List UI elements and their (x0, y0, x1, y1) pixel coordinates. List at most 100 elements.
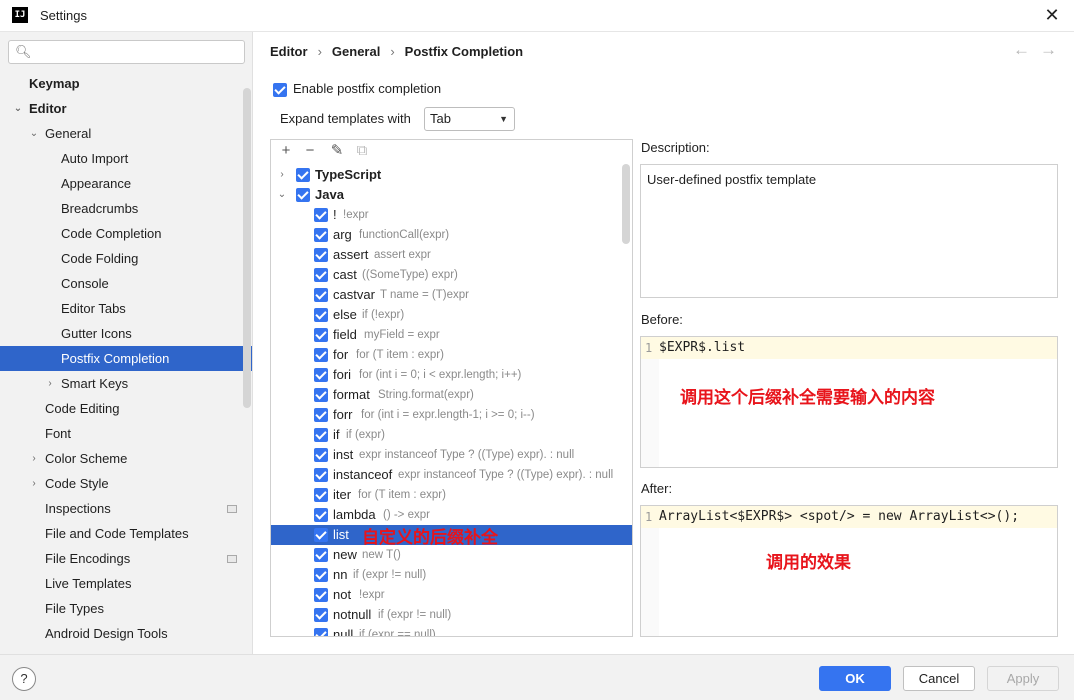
sidebar-item-code-style[interactable]: › Code Style (0, 471, 252, 496)
sidebar-item-font[interactable]: Font (0, 421, 252, 446)
checkbox-checked-icon[interactable] (314, 608, 328, 622)
chevron-down-icon[interactable]: ⌄ (29, 121, 39, 146)
sidebar-item-android-design-tools[interactable]: Android Design Tools (0, 621, 252, 646)
add-icon[interactable]: + (277, 142, 295, 160)
checkbox-checked-icon[interactable] (314, 228, 328, 242)
sidebar-scrollbar[interactable] (243, 88, 251, 408)
ok-button[interactable]: OK (819, 666, 891, 691)
checkbox-checked-icon[interactable] (314, 588, 328, 602)
template-row[interactable]: field myField = expr (271, 325, 632, 345)
sidebar-item-label: Inspections (45, 501, 111, 516)
checkbox-checked-icon[interactable] (314, 448, 328, 462)
sidebar-item-editor[interactable]: ⌄ Editor (0, 96, 252, 121)
checkbox-checked-icon[interactable] (314, 288, 328, 302)
template-row[interactable]: if if (expr) (271, 425, 632, 445)
checkbox-checked-icon[interactable] (314, 528, 328, 542)
checkbox-checked-icon[interactable] (314, 548, 328, 562)
template-row[interactable]: cast ((SomeType) expr) (271, 265, 632, 285)
template-example: T name = (T)expr (380, 289, 469, 301)
back-arrow-icon[interactable]: ← (1013, 40, 1030, 60)
template-row[interactable]: iter for (T item : expr) (271, 485, 632, 505)
checkbox-checked-icon[interactable] (314, 488, 328, 502)
checkbox-checked-icon[interactable] (314, 428, 328, 442)
checkbox-checked-icon[interactable] (314, 508, 328, 522)
template-row[interactable]: assert assert expr (271, 245, 632, 265)
template-group-java[interactable]: ⌄ Java (271, 185, 632, 205)
sidebar-item-code-editing[interactable]: Code Editing (0, 396, 252, 421)
template-row[interactable]: instanceof expr instanceof Type ? ((Type)… (271, 465, 632, 485)
template-row[interactable]: new new T() (271, 545, 632, 565)
breadcrumb-editor[interactable]: Editor (270, 44, 308, 59)
apply-button[interactable]: Apply (987, 666, 1059, 691)
checkbox-checked-icon[interactable] (296, 188, 310, 202)
remove-icon[interactable]: − (301, 142, 319, 160)
checkbox-checked-icon[interactable] (314, 368, 328, 382)
sidebar-item-color-scheme[interactable]: › Color Scheme (0, 446, 252, 471)
template-row[interactable]: ! !expr (271, 205, 632, 225)
checkbox-checked-icon[interactable] (314, 268, 328, 282)
checkbox-checked-icon[interactable] (314, 248, 328, 262)
template-row[interactable]: nn if (expr != null) (271, 565, 632, 585)
sidebar-item-breadcrumbs[interactable]: Breadcrumbs (0, 196, 252, 221)
checkbox-checked-icon[interactable] (314, 328, 328, 342)
template-row[interactable]: fori for (int i = 0; i < expr.length; i++… (271, 365, 632, 385)
expand-key-select[interactable]: Tab ▼ (424, 107, 515, 131)
template-row[interactable]: notnull if (expr != null) (271, 605, 632, 625)
checkbox-checked-icon[interactable] (296, 168, 310, 182)
sidebar-item-smart-keys[interactable]: › Smart Keys (0, 371, 252, 396)
checkbox-checked-icon[interactable] (314, 308, 328, 322)
sidebar-item-inspections[interactable]: Inspections (0, 496, 252, 521)
help-icon[interactable]: ? (12, 667, 36, 691)
template-row[interactable]: format String.format(expr) (271, 385, 632, 405)
sidebar-item-console[interactable]: Console (0, 271, 252, 296)
chevron-right-icon[interactable]: › (29, 446, 39, 471)
chevron-down-icon[interactable]: ⌄ (277, 185, 287, 205)
close-icon[interactable]: ✕ (1044, 4, 1060, 26)
chevron-down-icon[interactable]: ⌄ (13, 96, 23, 121)
template-row[interactable]: else if (!expr) (271, 305, 632, 325)
checkbox-checked-icon[interactable] (273, 82, 287, 97)
sidebar-item-gutter-icons[interactable]: Gutter Icons (0, 321, 252, 346)
search-input[interactable]: 🔍︎ (8, 40, 245, 64)
sidebar-item-file-and-code-templates[interactable]: File and Code Templates (0, 521, 252, 546)
duplicate-icon[interactable]: ⧉ (353, 142, 371, 160)
checkbox-checked-icon[interactable] (314, 388, 328, 402)
checkbox-checked-icon[interactable] (314, 568, 328, 582)
template-group-typescript[interactable]: › TypeScript (271, 165, 632, 185)
sidebar-item-postfix-completion[interactable]: Postfix Completion (0, 346, 252, 371)
sidebar-item-auto-import[interactable]: Auto Import (0, 146, 252, 171)
checkbox-checked-icon[interactable] (314, 468, 328, 482)
sidebar-item-general[interactable]: ⌄ General (0, 121, 252, 146)
template-row[interactable]: for for (T item : expr) (271, 345, 632, 365)
cancel-button[interactable]: Cancel (903, 666, 975, 691)
chevron-right-icon[interactable]: › (29, 471, 39, 496)
template-row[interactable]: lambda () -> expr (271, 505, 632, 525)
templates-scrollbar[interactable] (622, 164, 630, 244)
breadcrumb-general[interactable]: General (332, 44, 380, 59)
sidebar-item-code-completion[interactable]: Code Completion (0, 221, 252, 246)
template-row[interactable]: inst expr instanceof Type ? ((Type) expr)… (271, 445, 632, 465)
checkbox-checked-icon[interactable] (314, 208, 328, 222)
sidebar-item-editor-tabs[interactable]: Editor Tabs (0, 296, 252, 321)
template-key: format (333, 387, 370, 402)
template-row[interactable]: forr for (int i = expr.length-1; i >= 0; … (271, 405, 632, 425)
chevron-right-icon[interactable]: › (277, 165, 287, 185)
sidebar-item-live-templates[interactable]: Live Templates (0, 571, 252, 596)
sidebar-item-file-types[interactable]: File Types (0, 596, 252, 621)
template-row[interactable]: castvar T name = (T)expr (271, 285, 632, 305)
template-example: if (expr) (346, 429, 385, 441)
checkbox-checked-icon[interactable] (314, 408, 328, 422)
template-row[interactable]: arg functionCall(expr) (271, 225, 632, 245)
enable-postfix-checkbox[interactable]: Enable postfix completion (273, 81, 441, 97)
forward-arrow-icon[interactable]: → (1040, 40, 1057, 60)
template-row[interactable]: null if (expr == null) (271, 625, 632, 636)
checkbox-checked-icon[interactable] (314, 348, 328, 362)
edit-pencil-icon[interactable]: ✎ (328, 142, 346, 160)
sidebar-item-keymap[interactable]: Keymap (0, 71, 252, 96)
chevron-right-icon[interactable]: › (45, 371, 55, 396)
template-row[interactable]: not !expr (271, 585, 632, 605)
sidebar-item-appearance[interactable]: Appearance (0, 171, 252, 196)
sidebar-item-code-folding[interactable]: Code Folding (0, 246, 252, 271)
checkbox-checked-icon[interactable] (314, 628, 328, 636)
sidebar-item-file-encodings[interactable]: File Encodings (0, 546, 252, 571)
